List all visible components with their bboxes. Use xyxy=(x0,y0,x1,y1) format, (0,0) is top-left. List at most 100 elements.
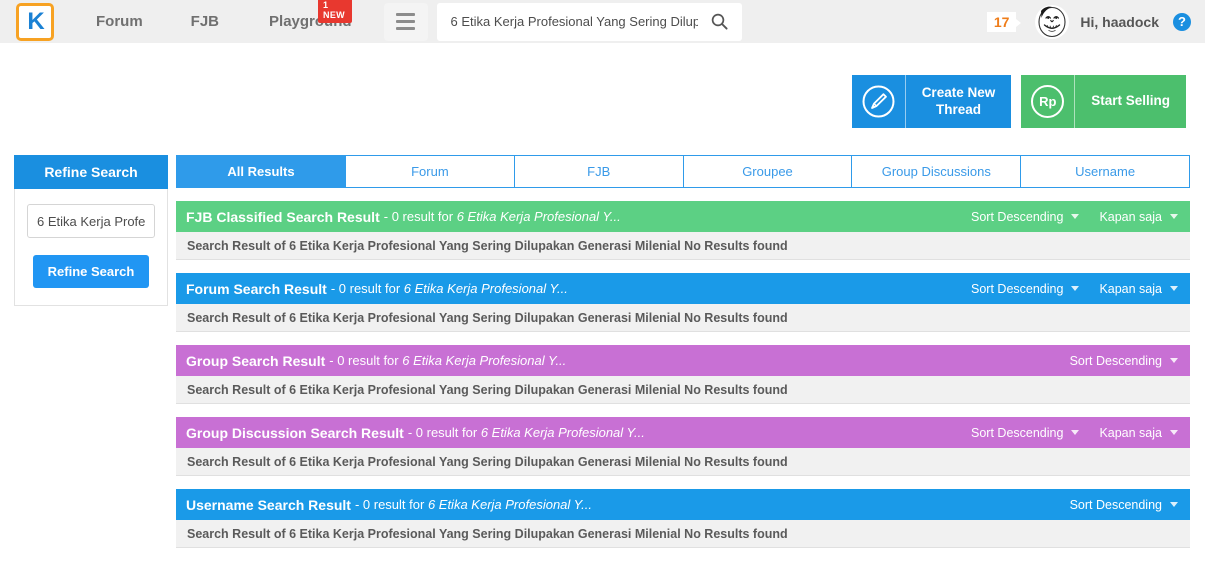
refine-search-button[interactable]: Refine Search xyxy=(32,255,150,288)
result-section: FJB Classified Search Result - 0 result … xyxy=(176,201,1190,260)
chevron-down-icon xyxy=(1071,430,1080,435)
search-input[interactable] xyxy=(436,14,698,29)
logo-k-icon: K xyxy=(27,7,44,35)
notification-count-badge[interactable]: 17 xyxy=(986,11,1021,32)
chevron-down-icon xyxy=(1170,502,1178,507)
result-section-subtitle: - 0 result for 6 Etika Kerja Profesional… xyxy=(383,209,621,224)
result-section-subtitle: - 0 result for 6 Etika Kerja Profesional… xyxy=(329,353,567,368)
chevron-down-icon xyxy=(1170,286,1178,291)
chevron-down-icon xyxy=(1071,214,1080,219)
hamburger-icon[interactable] xyxy=(383,2,428,41)
sort-dropdown-label: Kapan saja xyxy=(1099,425,1162,440)
refine-search-body: Refine Search xyxy=(14,189,168,306)
result-section-tools: Sort Descending xyxy=(1070,354,1190,368)
tab-label: Forum xyxy=(411,164,449,179)
tab-username[interactable]: Username xyxy=(1021,155,1190,188)
site-header: K Forum FJB Playground 1 NEW 17 xyxy=(0,0,1205,43)
pencil-icon xyxy=(852,75,906,128)
kaskus-logo[interactable]: K xyxy=(16,2,54,41)
sort-dropdown-sort-descending[interactable]: Sort Descending xyxy=(971,281,1080,296)
create-new-thread-label: Create New Thread xyxy=(921,85,996,117)
result-section-header: Forum Search Result - 0 result for 6 Eti… xyxy=(176,273,1190,304)
search-results-main: All Results Forum FJB Groupee Group Discussi… xyxy=(176,155,1190,561)
tab-fjb[interactable]: FJB xyxy=(514,155,684,188)
nav-item-fjb[interactable]: FJB xyxy=(191,13,219,30)
tab-label: FJB xyxy=(587,164,611,179)
greeting-label: Hi, haadock xyxy=(1080,13,1159,30)
search-button[interactable] xyxy=(698,3,742,41)
result-section-title: Group Discussion Search Result xyxy=(186,424,404,441)
create-new-thread-button[interactable]: Create New Thread xyxy=(851,75,1012,128)
search-bar xyxy=(436,2,742,41)
pencil-circle-icon xyxy=(862,85,895,118)
result-section: Group Search Result - 0 result for 6 Eti… xyxy=(176,345,1190,404)
sort-dropdown-sort-descending[interactable]: Sort Descending xyxy=(971,209,1080,224)
result-section-query: 6 Etika Kerja Profesional Y... xyxy=(480,425,645,440)
tab-all-results[interactable]: All Results xyxy=(176,155,346,188)
chevron-down-icon xyxy=(1071,286,1080,291)
result-section-header: Group Discussion Search Result - 0 resul… xyxy=(176,417,1190,448)
new-badge: 1 NEW xyxy=(318,0,352,23)
refine-search-title: Refine Search xyxy=(14,155,168,189)
result-section-header: Username Search Result - 0 result for 6 … xyxy=(176,489,1190,520)
result-section-title: FJB Classified Search Result xyxy=(186,208,380,225)
tab-groupee[interactable]: Groupee xyxy=(683,155,853,188)
tab-forum[interactable]: Forum xyxy=(346,155,515,188)
sort-dropdown-sort-descending[interactable]: Sort Descending xyxy=(971,425,1080,440)
sort-dropdown-kapan-saja[interactable]: Kapan saja xyxy=(1099,426,1178,440)
sort-dropdown-kapan-saja[interactable]: Kapan saja xyxy=(1099,282,1178,296)
result-section-body: Search Result of 6 Etika Kerja Profesion… xyxy=(176,520,1190,548)
results-tabs: All Results Forum FJB Groupee Group Discussi… xyxy=(176,155,1190,188)
result-section-tools: Sort Descending Kapan saja xyxy=(971,282,1190,296)
nav-item-playground[interactable]: Playground 1 NEW xyxy=(269,0,352,30)
result-section-tools: Sort Descending Kapan saja xyxy=(971,426,1190,440)
result-section-body: Search Result of 6 Etika Kerja Profesion… xyxy=(176,448,1190,476)
result-section: Username Search Result - 0 result for 6 … xyxy=(176,489,1190,548)
result-section-subtitle: - 0 result for 6 Etika Kerja Profesional… xyxy=(354,497,592,512)
start-selling-label: Start Selling xyxy=(1091,93,1170,109)
tab-label: All Results xyxy=(227,164,295,179)
result-section-query: 6 Etika Kerja Profesional Y... xyxy=(427,497,592,512)
result-section: Group Discussion Search Result - 0 resul… xyxy=(176,417,1190,476)
result-section: Forum Search Result - 0 result for 6 Eti… xyxy=(176,273,1190,332)
result-section-tools: Sort Descending Kapan saja xyxy=(971,210,1190,224)
result-section-header: Group Search Result - 0 result for 6 Eti… xyxy=(176,345,1190,376)
help-icon[interactable]: ? xyxy=(1173,12,1191,31)
hamburger-bar xyxy=(396,27,416,30)
rupiah-circle-icon: Rp xyxy=(1031,85,1065,118)
rupiah-icon: Rp xyxy=(1021,75,1076,128)
nav-item-forum[interactable]: Forum xyxy=(96,13,143,30)
refine-search-input[interactable] xyxy=(27,204,155,238)
result-section-query: 6 Etika Kerja Profesional Y... xyxy=(403,281,568,296)
result-section-title: Group Search Result xyxy=(186,352,326,369)
result-section-subtitle: - 0 result for 6 Etika Kerja Profesional… xyxy=(407,425,645,440)
sort-dropdown-label: Sort Descending xyxy=(971,425,1064,440)
result-section-title: Username Search Result xyxy=(186,496,351,513)
sort-dropdown-sort-descending[interactable]: Sort Descending xyxy=(1070,498,1178,512)
results-sections: FJB Classified Search Result - 0 result … xyxy=(176,201,1190,548)
start-selling-button[interactable]: Rp Start Selling xyxy=(1021,75,1186,128)
header-right-group: 17 Hi, haadock ? xyxy=(986,0,1191,43)
result-section-body: Search Result of 6 Etika Kerja Profesion… xyxy=(176,304,1190,332)
chevron-down-icon xyxy=(1170,430,1178,435)
sort-dropdown-label: Kapan saja xyxy=(1099,209,1162,224)
result-section-query: 6 Etika Kerja Profesional Y... xyxy=(402,353,567,368)
result-section-tools: Sort Descending xyxy=(1070,498,1190,512)
tab-label: Group Discussions xyxy=(881,164,991,179)
result-section-header: FJB Classified Search Result - 0 result … xyxy=(176,201,1190,232)
avatar[interactable] xyxy=(1035,4,1070,39)
action-buttons: Create New Thread Rp Start Selling xyxy=(851,75,1186,128)
sort-dropdown-sort-descending[interactable]: Sort Descending xyxy=(1070,354,1178,368)
result-section-body: Search Result of 6 Etika Kerja Profesion… xyxy=(176,376,1190,404)
result-section-subtitle: - 0 result for 6 Etika Kerja Profesional… xyxy=(330,281,568,296)
sort-dropdown-kapan-saja[interactable]: Kapan saja xyxy=(1099,210,1178,224)
sort-dropdown-label: Sort Descending xyxy=(971,209,1064,224)
hamburger-bar xyxy=(396,20,416,23)
sort-dropdown-label: Sort Descending xyxy=(971,281,1064,296)
search-icon xyxy=(711,13,728,30)
hamburger-bar xyxy=(396,13,416,16)
tab-label: Username xyxy=(1075,164,1136,179)
result-section-title: Forum Search Result xyxy=(186,280,327,297)
sort-dropdown-label: Sort Descending xyxy=(1069,497,1162,512)
tab-group-discussions[interactable]: Group Discussions xyxy=(852,155,1022,188)
